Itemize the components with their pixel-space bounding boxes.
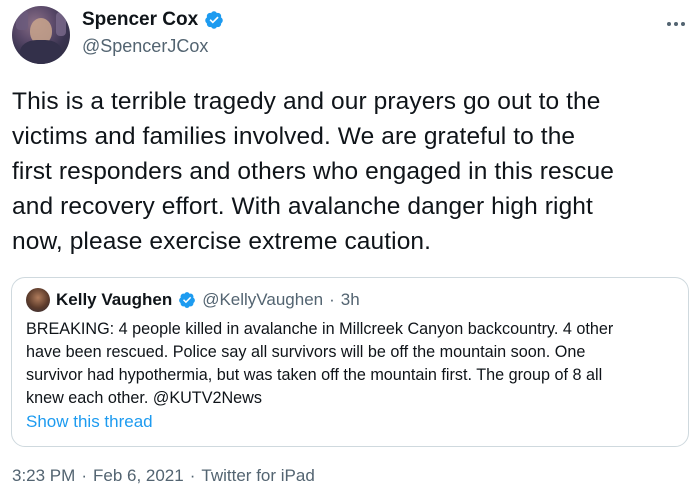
quoted-author-avatar — [26, 288, 50, 312]
author-name-row: Spencer Cox — [82, 9, 224, 31]
quoted-text-line: survivor had hypothermia, but was taken … — [26, 366, 603, 384]
tweet-text-line: first responders and others who engaged … — [12, 158, 614, 185]
quoted-text-line: BREAKING: 4 people killed in avalanche i… — [26, 320, 614, 338]
author-name[interactable]: Spencer Cox — [82, 9, 198, 31]
tweet-time[interactable]: 3:23 PM — [12, 466, 75, 486]
tweet-text: This is a terrible tragedy and our praye… — [12, 84, 692, 259]
quoted-tweet-text: BREAKING: 4 people killed in avalanche i… — [26, 318, 680, 410]
author-avatar[interactable] — [12, 6, 70, 64]
quoted-timestamp: 3h — [340, 290, 360, 309]
tweet-client-link[interactable]: Twitter for iPad — [201, 466, 314, 486]
quoted-author-handle: @KellyVaughen — [202, 290, 324, 309]
separator-dot: · — [81, 466, 87, 485]
dot — [681, 22, 685, 26]
separator-dot: · — [329, 290, 335, 309]
tweet-text-line: and recovery effort. With avalanche dang… — [12, 193, 593, 220]
show-thread-link[interactable]: Show this thread — [26, 412, 153, 432]
tweet-text-line: now, please exercise extreme caution. — [12, 228, 432, 255]
tweet-text-line: victims and families involved. We are gr… — [12, 123, 576, 150]
avatar-bg-shape — [16, 10, 28, 30]
quoted-text-line: have been rescued. Police say all surviv… — [26, 343, 586, 361]
tweet-metadata: 3:23 PM · Feb 6, 2021 · Twitter for iPad — [12, 466, 315, 486]
quoted-tweet-header: Kelly Vaughen @KellyVaughen · 3h — [26, 288, 360, 312]
tweet-text-line: This is a terrible tragedy and our praye… — [12, 88, 601, 115]
author-handle[interactable]: @SpencerJCox — [82, 36, 208, 57]
dot — [667, 22, 671, 26]
dot — [674, 22, 678, 26]
tweet-date[interactable]: Feb 6, 2021 — [93, 466, 184, 486]
quoted-author-name: Kelly Vaughen — [56, 290, 173, 309]
verified-badge-icon — [179, 292, 196, 308]
tweet-card: Spencer Cox @SpencerJCox This is a terri… — [0, 0, 700, 502]
separator-dot: · — [189, 466, 196, 485]
verified-badge-icon — [205, 11, 223, 29]
avatar-body — [20, 40, 62, 64]
avatar-bg-shape — [56, 12, 66, 36]
more-options-icon[interactable] — [666, 14, 686, 34]
quoted-tweet[interactable]: Kelly Vaughen @KellyVaughen · 3h BREAKIN… — [11, 277, 689, 447]
quoted-text-line: knew each other. @KUTV2News — [26, 389, 262, 407]
